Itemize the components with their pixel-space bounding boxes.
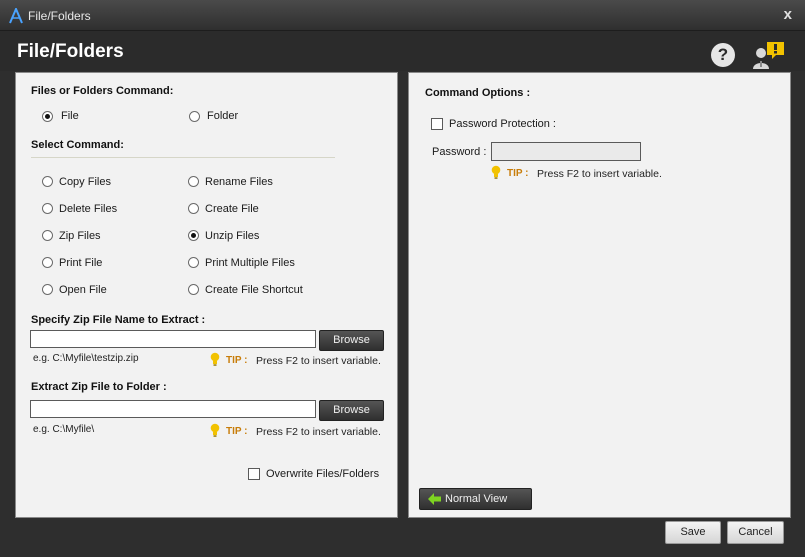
zip-browse-button[interactable]: Browse — [319, 330, 384, 351]
zip-files-label: Zip Files — [59, 230, 101, 242]
command-options-panel: Command Options : Password Protection : … — [408, 72, 791, 518]
title-bar: File/Folders x — [0, 0, 805, 31]
radio-print-multiple-files[interactable] — [188, 257, 199, 268]
section-divider — [31, 157, 335, 158]
password-tip-text: Press F2 to insert variable. — [537, 168, 662, 180]
cancel-button[interactable]: Cancel — [727, 521, 784, 544]
lightbulb-icon — [210, 352, 220, 366]
radio-print-file[interactable] — [42, 257, 53, 268]
zip-name-input[interactable] — [30, 330, 316, 348]
radio-rename-files[interactable] — [188, 176, 199, 187]
print-multiple-files-label: Print Multiple Files — [205, 257, 295, 269]
normal-view-button[interactable]: Normal View — [419, 488, 532, 510]
zip-example-text: e.g. C:\Myfile\testzip.zip — [33, 353, 139, 364]
save-button[interactable]: Save — [665, 521, 721, 544]
command-type-label: Files or Folders Command: — [31, 85, 174, 97]
open-file-label: Open File — [59, 284, 107, 296]
radio-delete-files[interactable] — [42, 203, 53, 214]
print-file-label: Print File — [59, 257, 103, 269]
extract-folder-input[interactable] — [30, 400, 316, 418]
dialog-window: File/Folders x File/Folders ? Files or F… — [0, 0, 805, 557]
create-file-shortcut-label: Create File Shortcut — [205, 284, 303, 296]
app-logo-icon — [9, 8, 23, 24]
radio-folder[interactable] — [189, 111, 200, 122]
command-panel: Files or Folders Command: File Folder Se… — [15, 72, 398, 518]
password-tip-label: TIP : — [507, 168, 529, 179]
radio-file-label: File — [61, 110, 79, 122]
extract-browse-button[interactable]: Browse — [319, 400, 384, 421]
arrow-left-icon — [428, 493, 441, 505]
password-protection-label: Password Protection : — [449, 118, 556, 130]
user-alert-icon[interactable] — [752, 40, 788, 70]
window-title: File/Folders — [28, 9, 91, 23]
command-options-label: Command Options : — [425, 87, 531, 99]
lightbulb-icon — [210, 423, 220, 437]
overwrite-label: Overwrite Files/Folders — [266, 468, 380, 480]
extract-folder-label: Extract Zip File to Folder : — [31, 381, 167, 393]
radio-create-file[interactable] — [188, 203, 199, 214]
create-file-label: Create File — [205, 203, 259, 215]
rename-files-label: Rename Files — [205, 176, 273, 188]
lightbulb-icon — [491, 165, 501, 179]
radio-zip-files[interactable] — [42, 230, 53, 241]
extract-tip-label: TIP : — [226, 426, 248, 437]
radio-folder-label: Folder — [207, 110, 239, 122]
password-label: Password : — [432, 146, 487, 158]
password-input[interactable] — [491, 142, 641, 161]
copy-files-label: Copy Files — [59, 176, 111, 188]
extract-example-text: e.g. C:\Myfile\ — [33, 424, 95, 435]
help-icon[interactable]: ? — [711, 43, 735, 67]
page-title: File/Folders — [17, 41, 124, 62]
radio-unzip-files[interactable] — [188, 230, 199, 241]
close-icon[interactable]: x — [784, 6, 792, 23]
radio-file[interactable] — [42, 111, 53, 122]
zip-tip-label: TIP : — [226, 355, 248, 366]
zip-tip-text: Press F2 to insert variable. — [256, 355, 381, 367]
delete-files-label: Delete Files — [59, 203, 118, 215]
select-command-label: Select Command: — [31, 139, 124, 151]
password-protection-checkbox[interactable] — [431, 118, 443, 130]
extract-tip-text: Press F2 to insert variable. — [256, 426, 381, 438]
normal-view-label: Normal View — [445, 493, 508, 505]
radio-copy-files[interactable] — [42, 176, 53, 187]
unzip-files-label: Unzip Files — [205, 230, 260, 242]
radio-create-file-shortcut[interactable] — [188, 284, 199, 295]
dialog-header: File/Folders ? — [0, 31, 805, 71]
overwrite-checkbox[interactable] — [248, 468, 260, 480]
zip-name-label: Specify Zip File Name to Extract : — [31, 314, 206, 326]
radio-open-file[interactable] — [42, 284, 53, 295]
